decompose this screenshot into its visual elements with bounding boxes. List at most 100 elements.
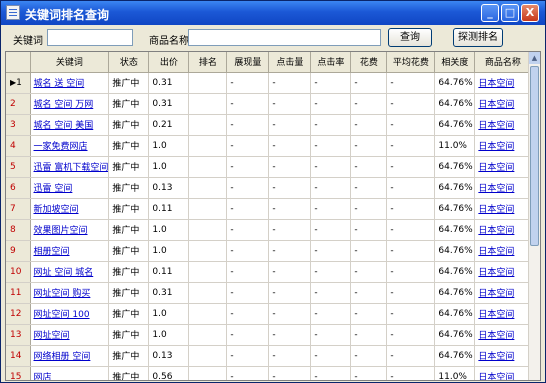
row-number[interactable]: 7 [6,198,31,220]
cost-cell: - [350,261,388,283]
table-row[interactable]: 7 新加坡空间 推广中 0.11- - - - -64.76% 日本空间 [6,198,532,220]
table-row[interactable]: 2 城名 空间 万网 推广中 0.31- - - - -64.76% 日本空间 [6,93,532,115]
product-name-link[interactable]: 日本空间 [474,93,532,115]
row-number[interactable]: 10 [6,261,31,283]
column-header[interactable]: 排名 [188,52,228,73]
cost-cell: - [350,177,388,199]
column-header[interactable]: 状态 [108,52,150,73]
table-row[interactable]: 3 城名 空间 美国 推广中 0.21- - - - -64.76% 日本空间 [6,114,532,136]
product-name-input[interactable] [188,29,381,46]
results-grid[interactable]: 关键词 状态 出价 排名 展现量 点击量 点击率 花费 平均花费 相关度 商品名称 ▶1 城名 送 空… [5,51,541,381]
product-name-link[interactable]: 日本空间 [474,72,532,94]
row-number[interactable]: 5 [6,156,31,178]
table-row[interactable]: 11 网址空间 购买 推广中 0.31- - - - -64.76% 日本空间 [6,282,532,304]
column-header[interactable]: 关键词 [30,52,110,73]
product-name-link[interactable]: 日本空间 [474,366,532,380]
product-name-link[interactable]: 日本空间 [474,240,532,262]
keyword-link[interactable]: 网址空间 [30,324,110,346]
column-header[interactable]: 展现量 [226,52,270,73]
product-name-link[interactable]: 日本空间 [474,261,532,283]
row-number[interactable]: 2 [6,93,31,115]
table-row[interactable]: 13 网址空间 推广中 1.0- - - - -64.76% 日本空间 [6,324,532,346]
avg-cost-cell: - [386,93,436,115]
table-row[interactable]: 12 网址空间 100 推广中 1.0- - - - -64.76% 日本空间 [6,303,532,325]
clicks-cell: - [268,198,312,220]
column-header[interactable]: 花费 [350,52,388,73]
product-name-link[interactable]: 日本空间 [474,114,532,136]
product-name-link[interactable]: 日本空间 [474,324,532,346]
keyword-link[interactable]: 相册空间 [30,240,110,262]
row-number-label: 12 [10,308,22,319]
maximize-button[interactable]: □ [501,4,519,22]
query-button[interactable]: 查询 [388,28,432,47]
cost-cell: - [350,366,388,380]
row-number[interactable]: 4 [6,135,31,157]
product-name-link[interactable]: 日本空间 [474,177,532,199]
row-number[interactable]: 14 [6,345,31,367]
keyword-link[interactable]: 网址空间 购买 [30,282,110,304]
scroll-thumb[interactable] [530,66,539,246]
row-number[interactable]: 8 [6,219,31,241]
product-name-link[interactable]: 日本空间 [474,198,532,220]
keyword-link[interactable]: 新加坡空间 [30,198,110,220]
vertical-scrollbar[interactable]: ▲ [528,52,540,380]
close-button[interactable]: X [521,4,539,22]
column-header[interactable]: 点击量 [268,52,312,73]
product-name-link[interactable]: 日本空间 [474,345,532,367]
minimize-button[interactable]: _ [481,4,499,22]
row-number[interactable]: 12 [6,303,31,325]
keyword-link[interactable]: 网址 空间 城名 [30,261,110,283]
keyword-link[interactable]: 一家免费网店 [30,135,110,157]
clicks-cell: - [268,240,312,262]
keyword-link[interactable]: 迅雷 空间 [30,177,110,199]
row-number[interactable]: 15 [6,366,31,380]
relevance-cell: 64.76% [434,303,476,325]
row-number[interactable]: ▶1 [6,72,31,94]
clicks-cell: - [268,93,312,115]
table-row[interactable]: 15 网店 推广中 0.56- - - - -11.0% 日本空间 [6,366,532,380]
cost-cell: - [350,282,388,304]
column-header[interactable]: 点击率 [310,52,352,73]
table-row[interactable]: 8 效果图片空间 推广中 1.0- - - - -64.76% 日本空间 [6,219,532,241]
row-number[interactable]: 9 [6,240,31,262]
keyword-link[interactable]: 城名 空间 美国 [30,114,110,136]
table-row[interactable]: 9 相册空间 推广中 1.0- - - - -64.76% 日本空间 [6,240,532,262]
product-name-link[interactable]: 日本空间 [474,303,532,325]
relevance-cell: 64.76% [434,345,476,367]
bid-cell: 0.31 [148,72,190,94]
row-number-label: 9 [10,245,16,256]
scroll-up-arrow-icon[interactable]: ▲ [529,52,540,64]
row-number[interactable]: 3 [6,114,31,136]
app-icon [6,5,20,20]
table-row[interactable]: 5 迅雷 富机下载空间 推广中 1.0- - - - -64.76% 日本空间 [6,156,532,178]
column-header[interactable]: 平均花费 [386,52,436,73]
product-name-link[interactable]: 日本空间 [474,156,532,178]
detect-rank-button[interactable]: 探测排名 [453,28,503,47]
row-number[interactable]: 6 [6,177,31,199]
row-number[interactable]: 13 [6,324,31,346]
keyword-input[interactable] [47,29,133,46]
keyword-link[interactable]: 城名 送 空间 [30,72,110,94]
keyword-link[interactable]: 迅雷 富机下载空间 [30,156,110,178]
column-header[interactable]: 出价 [148,52,190,73]
column-header[interactable]: 商品名称 [474,52,532,73]
table-row[interactable]: 4 一家免费网店 推广中 1.0- - - - -11.0% 日本空间 [6,135,532,157]
product-name-link[interactable]: 日本空间 [474,135,532,157]
relevance-cell: 64.76% [434,240,476,262]
keyword-link[interactable]: 网店 [30,366,110,380]
title-bar[interactable]: 关键词排名查询 _ □ X [1,1,545,25]
table-row[interactable]: 6 迅雷 空间 推广中 0.13- - - - -64.76% 日本空间 [6,177,532,199]
rank-cell [188,114,228,136]
keyword-link[interactable]: 效果图片空间 [30,219,110,241]
product-name-link[interactable]: 日本空间 [474,282,532,304]
ctr-cell: - [310,177,352,199]
product-name-link[interactable]: 日本空间 [474,219,532,241]
table-row[interactable]: 14 网络相册 空间 推广中 0.13- - - - -64.76% 日本空间 [6,345,532,367]
keyword-link[interactable]: 网址空间 100 [30,303,110,325]
table-row[interactable]: 10 网址 空间 城名 推广中 0.11- - - - -64.76% 日本空间 [6,261,532,283]
keyword-link[interactable]: 网络相册 空间 [30,345,110,367]
column-header[interactable]: 相关度 [434,52,476,73]
keyword-link[interactable]: 城名 空间 万网 [30,93,110,115]
table-row[interactable]: ▶1 城名 送 空间 推广中 0.31- - - - -64.76% 日本空间 [6,72,532,94]
row-number[interactable]: 11 [6,282,31,304]
